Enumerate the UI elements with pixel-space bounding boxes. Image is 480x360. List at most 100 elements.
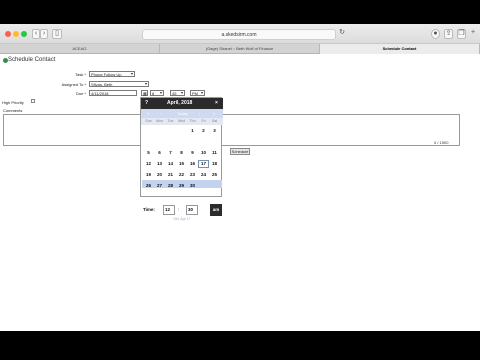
calendar-day[interactable]: 11 [209, 149, 220, 157]
calendar-day [187, 138, 198, 146]
weekday-label: Thu [189, 119, 196, 123]
calendar-day[interactable]: 30 [187, 182, 198, 190]
calendar-day[interactable]: 6 [154, 149, 165, 157]
tab-schedule-contact[interactable]: Schedule Contact [320, 44, 480, 54]
high-priority-label: High Priority [2, 100, 24, 105]
date-picker-popup: ? April, 2018 × « ‹ Today › » Sun Mon Tu… [140, 97, 223, 221]
calendar-day [198, 182, 209, 190]
calendar-day [154, 127, 165, 135]
weekday-label: Sun [145, 119, 152, 123]
assigned-to-select[interactable]: Sfivas, Beth [89, 81, 149, 87]
calendar-day[interactable]: 20 [154, 171, 165, 179]
calendar-day[interactable]: 1 [187, 127, 198, 135]
tabs-overview-button[interactable]: ❐ [457, 29, 466, 39]
calendar-day[interactable]: 12 [143, 160, 154, 168]
time-hour-input[interactable]: 12 [163, 205, 175, 215]
calendar-day [209, 138, 220, 146]
calendar-day [154, 138, 165, 146]
calendar-day[interactable]: 2 [198, 127, 209, 135]
weekday-label: Wed [177, 119, 186, 123]
calendar-day [176, 138, 187, 146]
minimize-window-icon[interactable] [13, 31, 19, 37]
calendar-button[interactable]: ▦ [141, 90, 148, 96]
calendar-day[interactable]: 3 [209, 127, 220, 135]
new-tab-button[interactable]: + [469, 29, 477, 39]
calendar-day[interactable]: 24 [198, 171, 209, 179]
weekday-label: Mon [156, 119, 163, 123]
calendar-day [209, 182, 220, 190]
calendar-day[interactable]: 16 [187, 160, 198, 168]
calendar-day[interactable]: 9 [187, 149, 198, 157]
calendar-day[interactable]: 7 [165, 149, 176, 157]
time-row: Time: 12 : 30 am [141, 204, 223, 216]
calendar-day[interactable]: 25 [209, 171, 220, 179]
calendar-day[interactable]: 8 [176, 149, 187, 157]
calendar-day[interactable]: 26 [143, 182, 154, 190]
due-ampm-select[interactable]: PM [190, 90, 205, 96]
close-icon[interactable]: × [215, 98, 218, 109]
browser-toolbar: ‹ › ▯ a.skedsirm.com ↻ ● ⇪ ❐ + [0, 24, 480, 44]
calendar-nav-row: « ‹ Today › » [141, 109, 223, 118]
close-window-icon[interactable] [5, 31, 11, 37]
calendar-day [143, 138, 154, 146]
calendar-day [165, 127, 176, 135]
calendar-day [176, 127, 187, 135]
calendar-status-text: Sel. Apr 17 [173, 217, 191, 221]
tab-aceag[interactable]: ACEAG [0, 44, 160, 54]
address-bar[interactable]: a.skedsirm.com [142, 29, 336, 40]
back-button[interactable]: ‹ [32, 29, 40, 39]
calendar-day[interactable]: 10 [198, 149, 209, 157]
calendar-day[interactable]: 15 [176, 160, 187, 168]
calendar-day [165, 138, 176, 146]
calendar-day[interactable]: 27 [154, 182, 165, 190]
comments-textarea[interactable] [3, 114, 460, 146]
am-pm-toggle[interactable]: am [210, 204, 222, 216]
calendar-day[interactable]: 22 [176, 171, 187, 179]
next-year-button[interactable]: » [213, 109, 215, 118]
calendar-header: ? April, 2018 × [141, 98, 223, 109]
weekday-label: Tue [167, 119, 174, 123]
time-label: Time: [143, 207, 155, 212]
calendar-day[interactable]: 17 [198, 160, 209, 168]
calendar-day[interactable]: 29 [176, 182, 187, 190]
calendar-day[interactable]: 28 [165, 182, 176, 190]
calendar-day[interactable]: 18 [209, 160, 220, 168]
prev-month-button[interactable]: ‹ [161, 109, 162, 118]
calendar-day [198, 138, 209, 146]
tab-gage-shanel[interactable]: (Gage) Shanel :: Beth Wolf of Finance [160, 44, 320, 54]
comments-label: Comments [3, 108, 23, 113]
calendar-day[interactable]: 23 [187, 171, 198, 179]
time-minute-input[interactable]: 30 [186, 205, 198, 215]
calendar-month-title: April, 2018 [167, 100, 193, 106]
due-minute-select[interactable]: 45 [170, 90, 185, 96]
forward-button[interactable]: › [40, 29, 48, 39]
due-date-input[interactable]: 4/11/2018 [89, 90, 137, 96]
weekday-header: Sun Mon Tue Wed Thu Fri Sat [141, 118, 223, 125]
next-month-button[interactable]: › [199, 109, 200, 118]
page-title: Schedule Contact [8, 57, 56, 63]
tab-bar: ACEAG (Gage) Shanel :: Beth Wolf of Fina… [0, 44, 480, 54]
today-button[interactable]: Today [177, 109, 188, 118]
calendar-day[interactable]: 14 [165, 160, 176, 168]
calendar-day [143, 127, 154, 135]
sidebar-button[interactable]: ▯ [52, 29, 62, 39]
calendar-day[interactable]: 5 [143, 149, 154, 157]
browser-window: ‹ › ▯ a.skedsirm.com ↻ ● ⇪ ❐ + ACEAG (Ga… [0, 24, 480, 331]
reload-icon[interactable]: ↻ [338, 29, 346, 39]
schedule-button[interactable]: Schedule [230, 148, 250, 155]
due-hour-select[interactable]: 8 [150, 90, 164, 96]
task-label: Task * [75, 72, 86, 77]
weekday-label: Sat [211, 119, 218, 123]
share-button[interactable]: ⇪ [444, 29, 453, 39]
help-button[interactable]: ? [145, 98, 148, 109]
extension-icon[interactable]: ● [431, 29, 440, 39]
calendar-day[interactable]: 21 [165, 171, 176, 179]
calendar-day[interactable]: 19 [143, 171, 154, 179]
time-separator: : [178, 207, 180, 212]
task-select[interactable]: Phone Follow Up [89, 71, 135, 77]
character-counter: 0 / 1500 [434, 140, 449, 145]
prev-year-button[interactable]: « [147, 109, 149, 118]
calendar-day[interactable]: 13 [154, 160, 165, 168]
high-priority-checkbox[interactable] [31, 99, 35, 103]
zoom-window-icon[interactable] [21, 31, 27, 37]
